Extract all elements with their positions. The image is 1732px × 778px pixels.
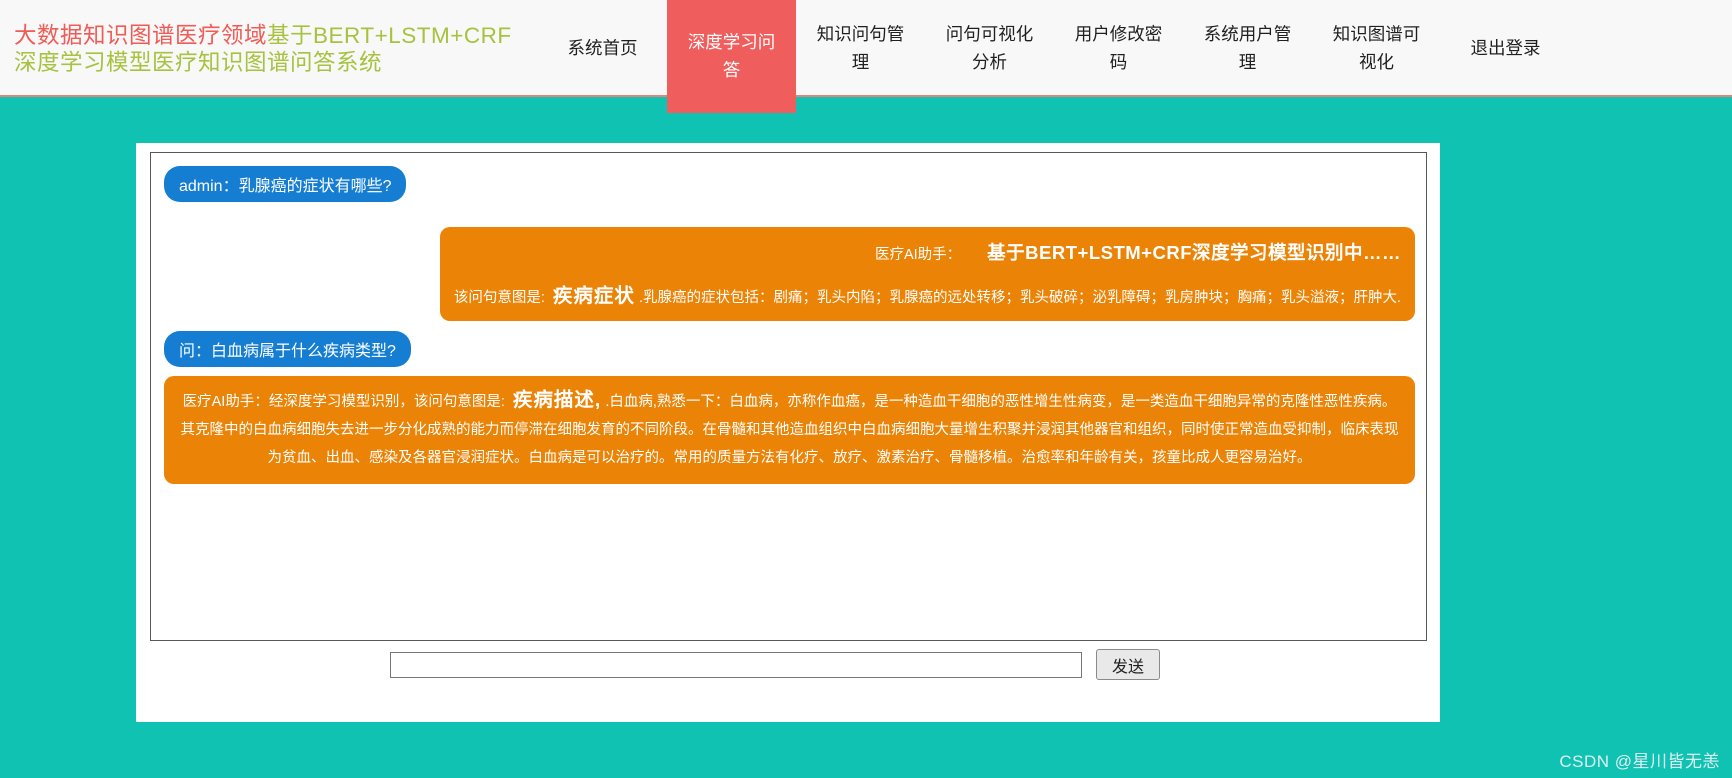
nav-item-label: 用户修改密码	[1074, 24, 1163, 72]
logo-red-text: 大数据知识图谱医疗领域	[14, 23, 268, 48]
user-message-bubble: 问：白血病属于什么疾病类型?	[164, 331, 411, 367]
intent-prefix-text: 医疗AI助手：经深度学习模型识别，该问句意图是:	[182, 394, 509, 410]
nav-item-system-user-management[interactable]: 系统用户管理	[1183, 0, 1312, 97]
answer-text: .乳腺癌的症状包括：剧痛；乳头内陷；乳腺癌的远处转移；乳头破碎；泌乳障碍；乳房肿…	[638, 290, 1401, 306]
ai-answer-line: 该问句意图是: 疾病症状 .乳腺癌的症状包括：剧痛；乳头内陷；乳腺癌的远处转移；乳…	[454, 279, 1401, 308]
nav-item-change-password[interactable]: 用户修改密码	[1054, 0, 1183, 97]
app-header: 大数据知识图谱医疗领域基于BERT+LSTM+CRF深度学习模型医疗知识图谱问答…	[0, 0, 1732, 113]
user-message-bubble: admin：乳腺癌的症状有哪些?	[164, 166, 407, 202]
user-message-text: admin：乳腺癌的症状有哪些?	[179, 178, 392, 195]
ai-message-bubble: 医疗AI助手： 基于BERT+LSTM+CRF深度学习模型识别中…… 该问句意图是…	[439, 227, 1415, 321]
nav-item-label: 深度学习问答	[687, 32, 776, 80]
nav-item-knowledge-question-management[interactable]: 知识问句管理	[796, 0, 925, 97]
ai-assistant-label: 医疗AI助手：	[874, 247, 962, 263]
nav-item-label: 知识图谱可视化	[1332, 24, 1421, 72]
send-button[interactable]: 发送	[1096, 649, 1160, 680]
message-input[interactable]	[390, 652, 1082, 678]
user-message-text: 问：白血病属于什么疾病类型?	[179, 343, 396, 360]
app-logo: 大数据知识图谱医疗领域基于BERT+LSTM+CRF深度学习模型医疗知识图谱问答…	[14, 22, 522, 76]
nav-item-label: 系统用户管理	[1203, 24, 1292, 72]
nav-item-label: 系统首页	[567, 37, 638, 58]
nav-item-label: 知识问句管理	[816, 24, 905, 72]
intent-prefix-text: 该问句意图是:	[453, 290, 549, 306]
nav-item-system-home[interactable]: 系统首页	[538, 0, 667, 97]
nav-item-logout[interactable]: 退出登录	[1441, 0, 1570, 97]
model-status-text: 基于BERT+LSTM+CRF深度学习模型识别中……	[987, 242, 1401, 263]
intent-label-text: 疾病症状	[552, 285, 635, 307]
nav-item-deep-learning-qa[interactable]: 深度学习问答	[667, 0, 796, 113]
ai-message-bubble: 医疗AI助手：经深度学习模型识别，该问句意图是: 疾病描述, .白血病,熟悉一下：…	[164, 376, 1415, 484]
main-panel: admin：乳腺癌的症状有哪些? 医疗AI助手： 基于BERT+LSTM+CRF深…	[136, 143, 1440, 722]
csdn-watermark: CSDN @星川皆无恙	[1559, 752, 1720, 771]
nav-item-label: 问句可视化分析	[945, 24, 1034, 72]
intent-label-text: 疾病描述,	[512, 389, 602, 411]
nav-item-question-visualization-analysis[interactable]: 问句可视化分析	[925, 0, 1054, 97]
chat-log-area: admin：乳腺癌的症状有哪些? 医疗AI助手： 基于BERT+LSTM+CRF深…	[150, 152, 1427, 641]
ai-status-line: 医疗AI助手： 基于BERT+LSTM+CRF深度学习模型识别中……	[454, 239, 1401, 265]
nav-item-knowledge-graph-visualization[interactable]: 知识图谱可视化	[1312, 0, 1441, 97]
nav-item-label: 退出登录	[1470, 37, 1541, 58]
main-nav: 系统首页 深度学习问答 知识问句管理 问句可视化分析 用户修改密码 系统用户管理…	[538, 0, 1570, 113]
